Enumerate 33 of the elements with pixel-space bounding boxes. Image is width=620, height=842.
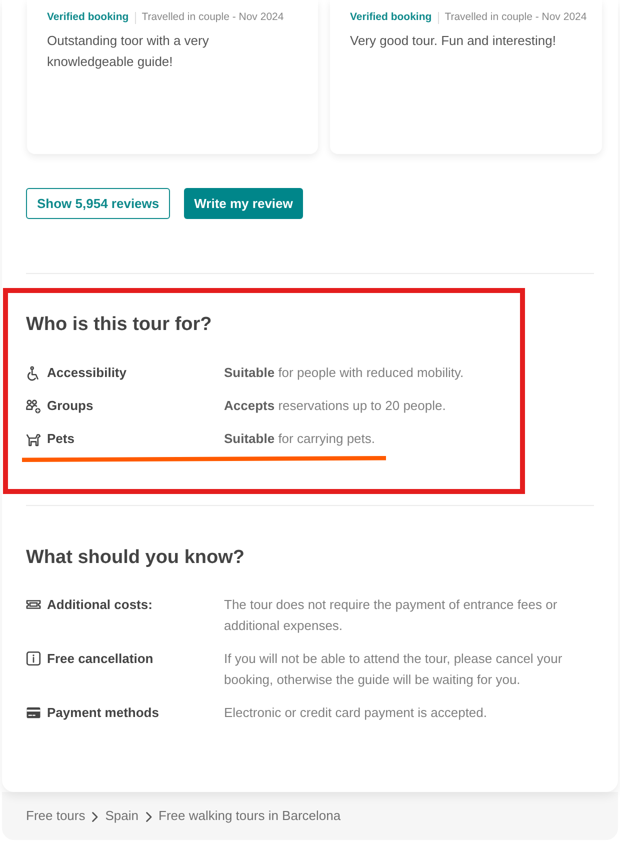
- feature-description: Suitable for people with reduced mobility.: [224, 364, 464, 382]
- info-description: Electronic or credit card payment is accepted.: [224, 704, 488, 722]
- info-label: Additional costs:: [47, 596, 152, 614]
- write-review-button[interactable]: Write my review: [184, 188, 303, 219]
- section-heading: What should you know?: [26, 546, 246, 570]
- people-plus-icon: [26, 398, 41, 414]
- feature-label: Accessibility: [47, 364, 126, 382]
- section-heading: Who is this tour for?: [26, 313, 213, 337]
- wheelchair-icon: [26, 366, 41, 380]
- info-label: Payment methods: [47, 704, 159, 722]
- ticket-icon: [26, 597, 41, 612]
- info-icon: [26, 651, 41, 666]
- feature-label: Groups: [47, 397, 94, 416]
- verified-label: Verified booking: [47, 10, 129, 26]
- verified-label: Verified booking: [350, 10, 432, 26]
- feature-description: Suitable for carrying pets.: [224, 430, 376, 448]
- trip-meta: Travelled in couple - Nov 2024: [444, 10, 587, 26]
- trip-meta: Travelled in couple - Nov 2024: [142, 10, 284, 26]
- info-description: If you will not be able to attend the tour, please cancel your booking, otherwise the guide will be waiting for you.: [224, 650, 564, 689]
- info-description: The tour does not require the payment of entrance fees or additional expenses.: [224, 596, 558, 635]
- review-text: Very good tour. Fun and interesting!: [350, 32, 557, 50]
- breadcrumb-link[interactable]: Free tours: [26, 806, 86, 826]
- feature-label: Pets: [47, 430, 74, 448]
- dog-icon: [26, 432, 41, 446]
- feature-description: Accepts reservations up to 20 people.: [224, 397, 446, 416]
- breadcrumb-link[interactable]: Spain: [105, 806, 138, 826]
- chevron-right-icon: [92, 812, 98, 822]
- review-text: Outstanding toor with a very knowledgeable guide!: [47, 32, 210, 71]
- breadcrumb-link[interactable]: Free walking tours in Barcelona: [158, 806, 341, 826]
- show-reviews-button[interactable]: Show 5,954 reviews: [26, 188, 170, 219]
- chevron-right-icon: [146, 812, 152, 822]
- credit-card-icon: [26, 705, 41, 720]
- info-label: Free cancellation: [47, 650, 154, 668]
